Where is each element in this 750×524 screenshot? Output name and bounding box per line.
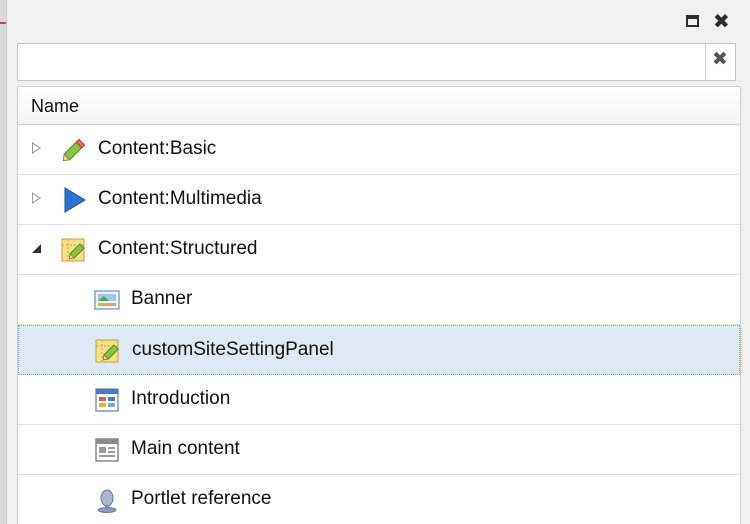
tree-row-label: Introduction <box>131 388 231 409</box>
maximize-button[interactable] <box>683 10 705 32</box>
collapsed-arrow-icon <box>32 142 41 154</box>
close-button[interactable]: ✖ <box>711 9 733 33</box>
maximize-icon <box>686 15 699 27</box>
tree-row-banner[interactable]: Banner <box>18 275 740 325</box>
tree-row-main-content[interactable]: Main content <box>18 425 740 475</box>
tree-row-label: Content:Multimedia <box>98 188 262 209</box>
tree-row-label: Content:Structured <box>98 238 258 259</box>
play-icon <box>64 187 86 213</box>
tree-row-label: customSiteSettingPanel <box>132 339 334 360</box>
clear-search-button[interactable]: ✖ <box>705 44 735 80</box>
tree-row-content-structured[interactable]: Content:Structured <box>18 225 740 275</box>
layout-icon <box>95 388 119 412</box>
expand-toggle[interactable] <box>30 240 44 258</box>
tree-row-label: Content:Basic <box>98 138 217 159</box>
tree-row-custom-site-setting-panel[interactable]: customSiteSettingPanel <box>18 325 740 375</box>
name-column-header[interactable]: Name <box>18 87 740 125</box>
tree-row-content-basic[interactable]: Content:Basic <box>18 125 740 175</box>
pencil-icon <box>62 138 86 162</box>
tree-row-label: Main content <box>131 438 240 459</box>
tree-row-content-multimedia[interactable]: Content:Multimedia <box>18 175 740 225</box>
tree-row-portlet-reference[interactable]: Portlet reference <box>18 475 740 524</box>
structured-content-icon <box>61 238 85 262</box>
expand-toggle[interactable] <box>30 140 44 158</box>
portlet-icon <box>97 489 117 513</box>
tree-row-introduction[interactable]: Introduction <box>18 375 740 425</box>
clear-icon: ✖ <box>712 48 728 70</box>
tree-row-label: Banner <box>131 288 193 309</box>
search-input[interactable] <box>18 44 706 80</box>
close-icon: ✖ <box>713 9 730 33</box>
expand-toggle[interactable] <box>30 190 44 208</box>
expanded-arrow-icon <box>32 244 41 253</box>
structured-content-icon <box>95 339 119 363</box>
column-header-label: Name <box>31 96 80 116</box>
search-box: ✖ <box>17 43 736 81</box>
image-icon <box>94 290 120 310</box>
tree-row-label: Portlet reference <box>131 488 272 509</box>
document-icon <box>95 438 119 462</box>
content-type-tree-grid: Name Content:Basic Content:Multimedia Co… <box>17 86 741 524</box>
collapsed-arrow-icon <box>32 192 41 204</box>
content-type-selector-panel: ✖ ✖ Name Content:Basic Content:Multimedi… <box>6 0 750 524</box>
